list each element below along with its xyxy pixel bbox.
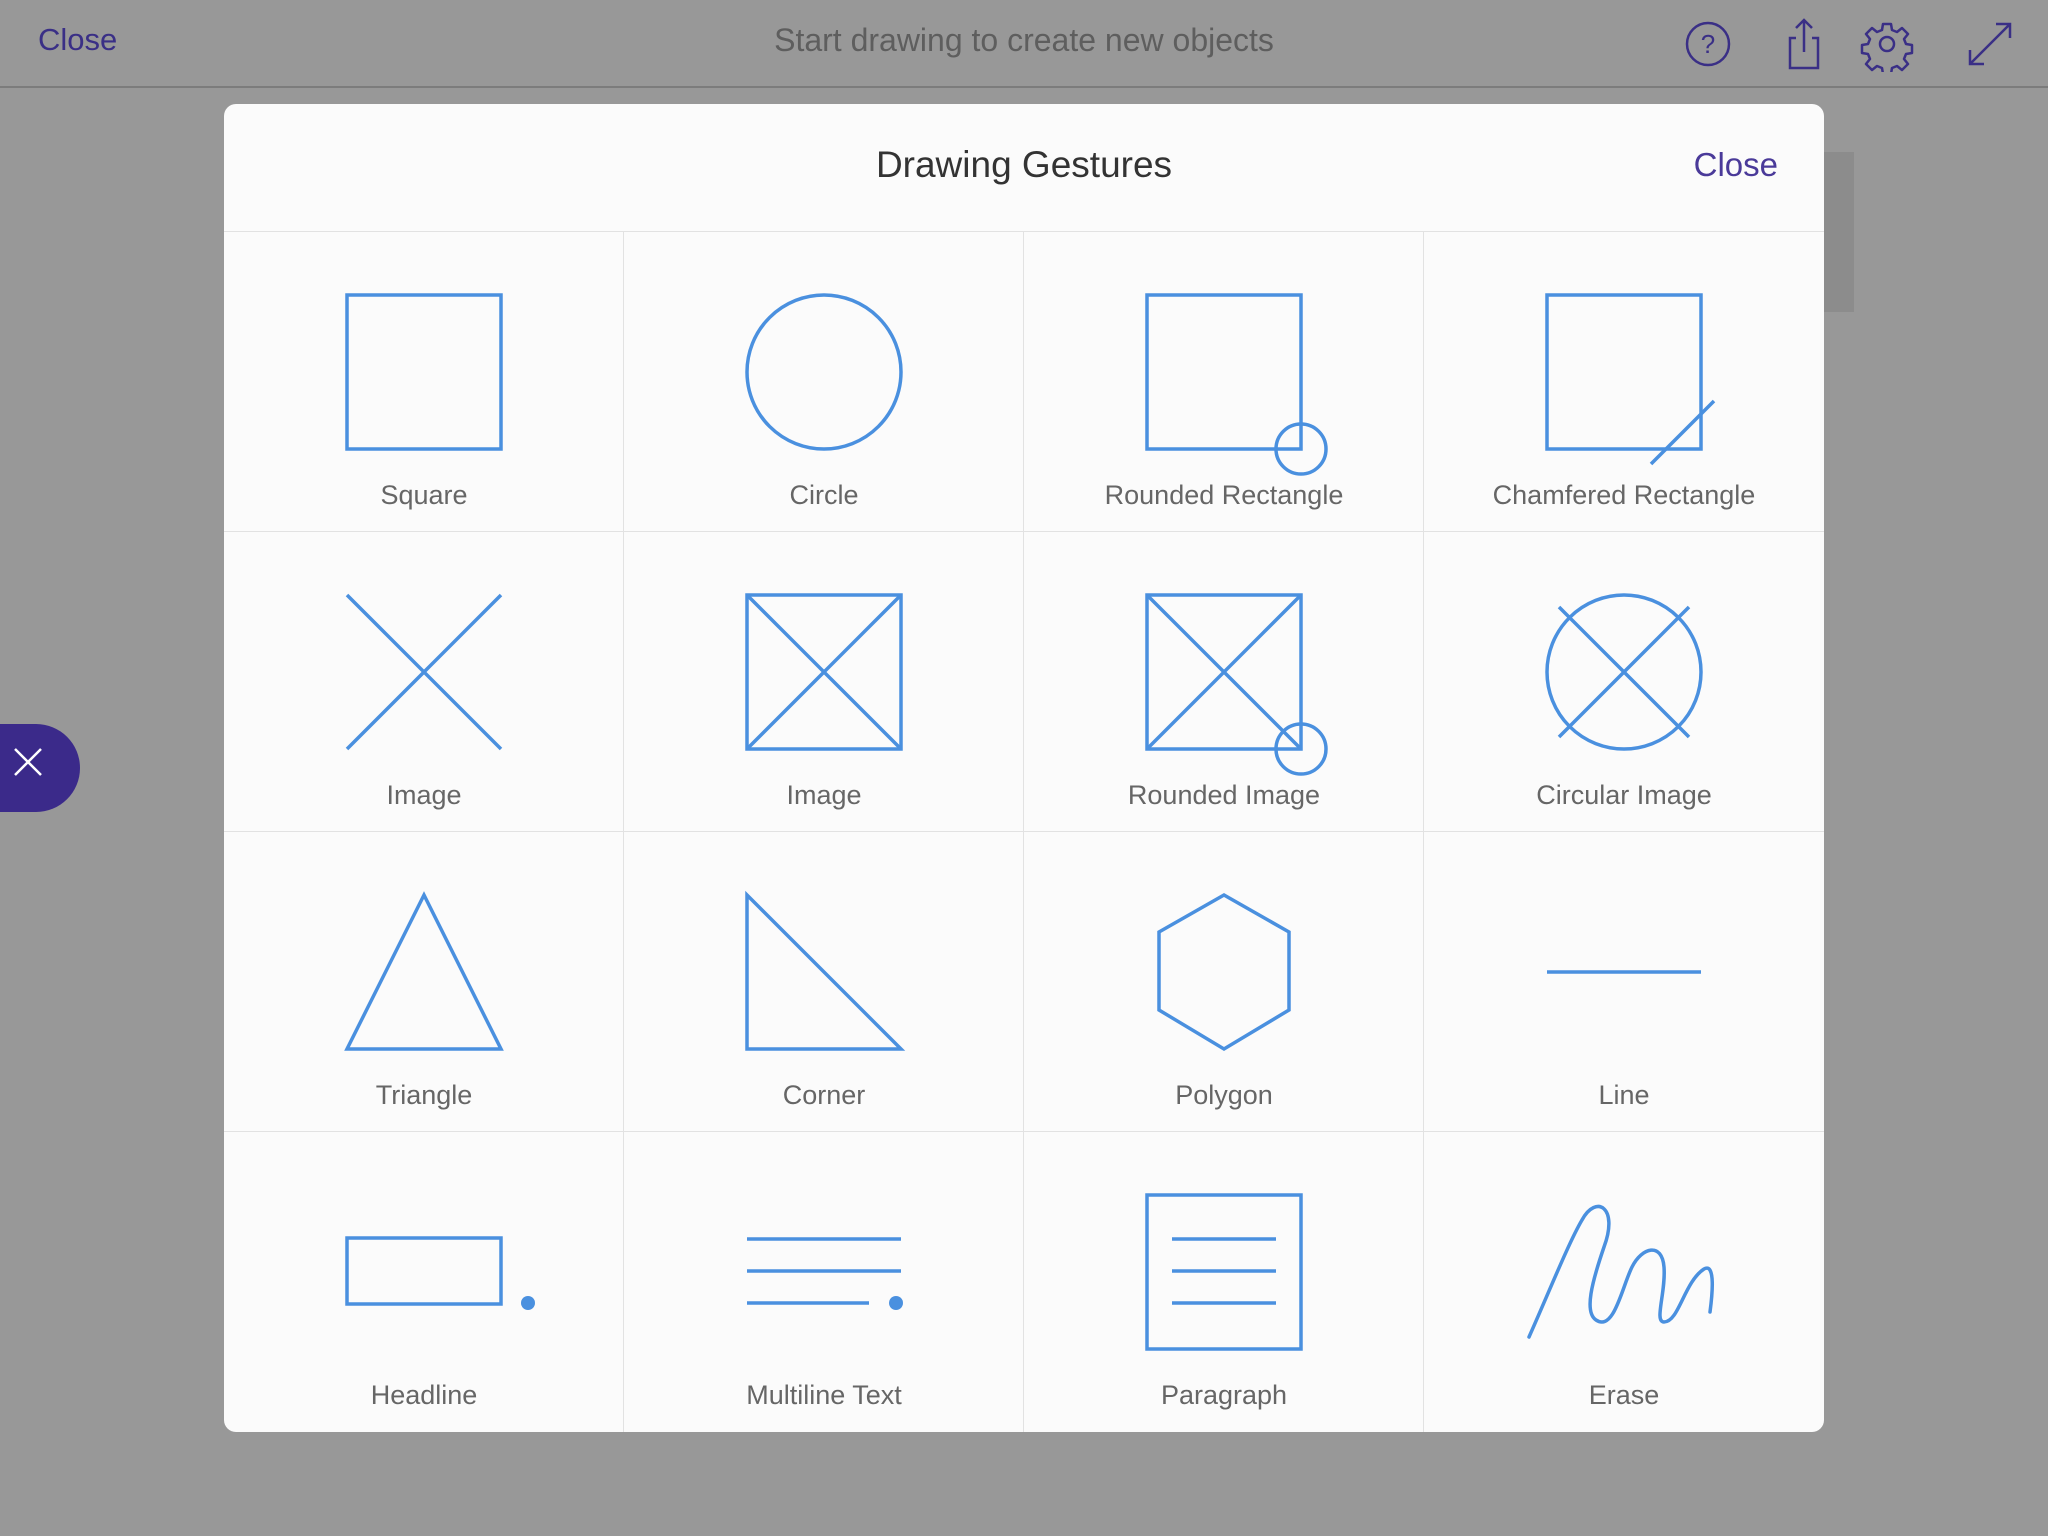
gear-icon[interactable]: [1859, 16, 1915, 76]
polygon-icon: [1157, 892, 1291, 1052]
gesture-label: Line: [1598, 1080, 1650, 1110]
gesture-label: Image: [786, 780, 862, 810]
gesture-label: Rounded Rectangle: [1104, 480, 1344, 510]
gesture-paragraph[interactable]: Paragraph: [1024, 1132, 1424, 1432]
gesture-label: Circle: [789, 480, 859, 510]
triangle-icon: [344, 891, 504, 1051]
x-image-icon: [345, 593, 503, 751]
gesture-label: Erase: [1588, 1380, 1660, 1410]
gesture-rounded-image[interactable]: Rounded Image: [1024, 532, 1424, 832]
gesture-headline[interactable]: Headline: [224, 1132, 624, 1432]
gesture-chamfered-rectangle[interactable]: Chamfered Rectangle: [1424, 232, 1824, 532]
gesture-grid: Square Circle Rounded Rectangle Chamfere…: [224, 232, 1824, 1432]
chamfered-rectangle-icon: [1545, 293, 1716, 466]
dialog-title: Drawing Gestures: [875, 144, 1173, 185]
top-toolbar: Close Start drawing to create new object…: [0, 0, 2048, 88]
gesture-line[interactable]: Line: [1424, 832, 1824, 1132]
canvas-hint: Start drawing to create new objects: [774, 22, 1274, 58]
svg-text:?: ?: [1701, 29, 1715, 59]
gesture-label: Triangle: [375, 1080, 473, 1110]
side-close-button[interactable]: [0, 724, 80, 812]
erase-icon: [1527, 1205, 1715, 1339]
gesture-label: Paragraph: [1160, 1380, 1288, 1410]
circle-icon: [745, 293, 903, 451]
headline-icon: [345, 1236, 535, 1310]
gesture-label: Chamfered Rectangle: [1492, 480, 1756, 510]
gesture-label: Rounded Image: [1127, 780, 1321, 810]
gesture-rounded-rectangle[interactable]: Rounded Rectangle: [1024, 232, 1424, 532]
gesture-label: Headline: [370, 1380, 478, 1410]
gesture-label: Square: [380, 480, 468, 510]
dialog-header: Drawing Gestures Close: [224, 104, 1824, 232]
multiline-text-icon: [747, 1237, 903, 1310]
help-icon[interactable]: ?: [1680, 16, 1736, 72]
gesture-triangle[interactable]: Triangle: [224, 832, 624, 1132]
line-icon: [1547, 970, 1701, 974]
corner-icon: [745, 890, 906, 1051]
gesture-circle[interactable]: Circle: [624, 232, 1024, 532]
boxed-image-icon: [745, 593, 903, 751]
background-panel: [1820, 152, 1854, 312]
dialog-close-button[interactable]: Close: [1694, 146, 1778, 184]
circular-image-icon: [1545, 593, 1703, 751]
gesture-polygon[interactable]: Polygon: [1024, 832, 1424, 1132]
square-icon: [345, 293, 503, 451]
gesture-image-x[interactable]: Image: [224, 532, 624, 832]
close-icon: [14, 748, 42, 776]
gesture-corner[interactable]: Corner: [624, 832, 1024, 1132]
gesture-label: Circular Image: [1536, 780, 1712, 810]
paragraph-icon: [1145, 1193, 1303, 1351]
gesture-label: Image: [386, 780, 462, 810]
expand-icon[interactable]: [1962, 16, 2018, 72]
gesture-label: Multiline Text: [746, 1380, 902, 1410]
gesture-erase[interactable]: Erase: [1424, 1132, 1824, 1432]
rounded-rectangle-icon: [1145, 293, 1328, 476]
gesture-circular-image[interactable]: Circular Image: [1424, 532, 1824, 832]
share-icon[interactable]: [1776, 16, 1832, 72]
gesture-multiline-text[interactable]: Multiline Text: [624, 1132, 1024, 1432]
rounded-image-icon: [1145, 593, 1328, 776]
gesture-image-boxed[interactable]: Image: [624, 532, 1024, 832]
gesture-square[interactable]: Square: [224, 232, 624, 532]
gesture-label: Polygon: [1175, 1080, 1273, 1110]
drawing-gestures-dialog: Drawing Gestures Close Square Circle Rou…: [224, 104, 1824, 1432]
gesture-label: Corner: [782, 1080, 866, 1110]
